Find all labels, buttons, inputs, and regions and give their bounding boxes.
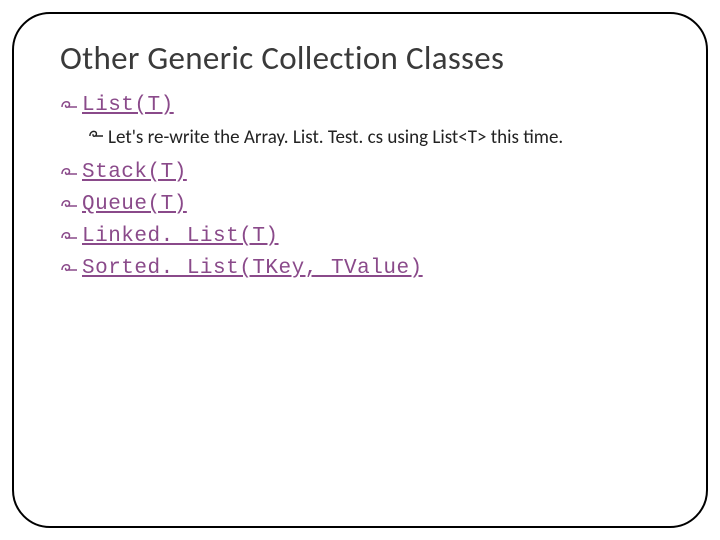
list-item: Sorted. List(TKey, TValue) — [60, 257, 674, 283]
list-item: Stack(T) — [60, 161, 674, 187]
link-list-t[interactable]: List(T) — [82, 94, 174, 117]
list-item: List(T) — [60, 94, 674, 120]
swirl-bullet-icon — [60, 198, 78, 219]
swirl-bullet-icon — [60, 262, 78, 283]
link-sortedlist-tkey-tvalue[interactable]: Sorted. List(TKey, TValue) — [82, 257, 423, 280]
link-queue-t[interactable]: Queue(T) — [82, 193, 187, 216]
link-linkedlist-t[interactable]: Linked. List(T) — [82, 225, 279, 248]
swirl-bullet-icon — [60, 99, 78, 120]
body-text: Let's re-write the Array. List. Test. cs… — [108, 126, 563, 151]
slide-frame: Other Generic Collection Classes List(T)… — [12, 12, 708, 528]
swirl-bullet-icon — [88, 129, 104, 148]
list-item: Linked. List(T) — [60, 225, 674, 251]
swirl-bullet-icon — [60, 230, 78, 251]
list-item: Let's re-write the Array. List. Test. cs… — [88, 126, 674, 151]
swirl-bullet-icon — [60, 166, 78, 187]
slide-title: Other Generic Collection Classes — [60, 38, 674, 78]
list-item: Queue(T) — [60, 193, 674, 219]
link-stack-t[interactable]: Stack(T) — [82, 161, 187, 184]
